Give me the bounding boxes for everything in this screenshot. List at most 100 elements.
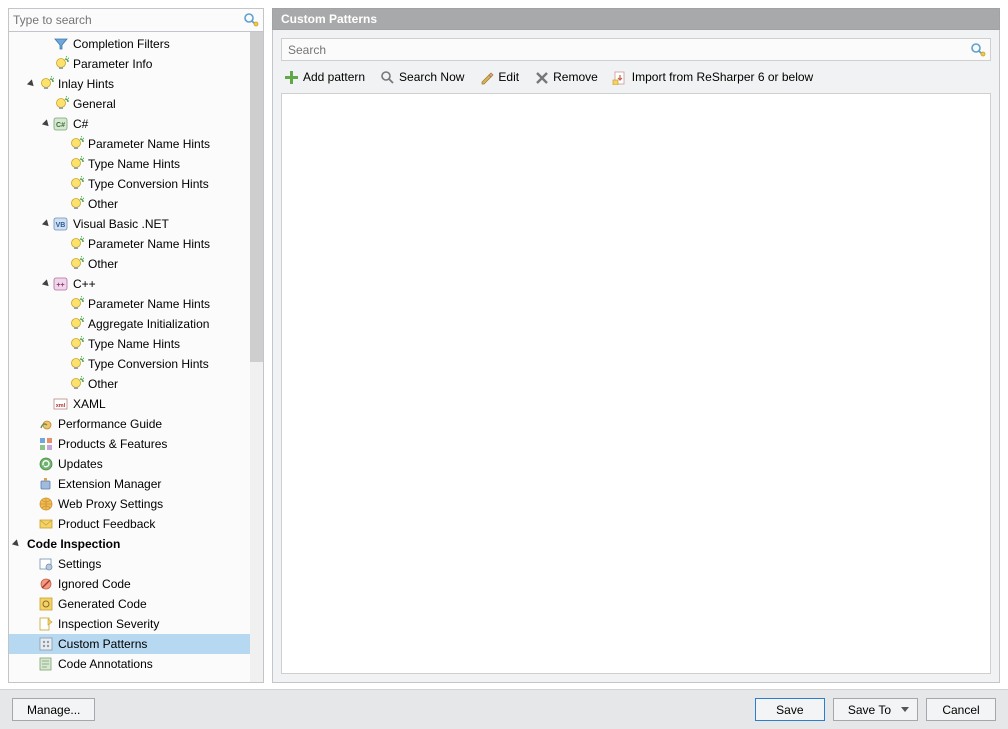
import-icon	[612, 69, 628, 85]
import-label: Import from ReSharper 6 or below	[632, 70, 813, 84]
expander-icon[interactable]	[26, 78, 38, 90]
content-title: Custom Patterns	[272, 8, 1000, 30]
tree-item[interactable]: General	[9, 94, 250, 114]
tree-item[interactable]: Parameter Name Hints	[9, 234, 250, 254]
tree-item-label: Inspection Severity	[54, 617, 159, 631]
tree-item[interactable]: Updates	[9, 454, 250, 474]
expander-placeholder	[26, 618, 38, 630]
tree-item[interactable]: Inspection Severity	[9, 614, 250, 634]
tree-item[interactable]: Settings	[9, 554, 250, 574]
gen-icon	[38, 596, 54, 612]
tree-item[interactable]: Custom Patterns	[9, 634, 250, 654]
snail-icon	[38, 416, 54, 432]
tree-item[interactable]: Other	[9, 194, 250, 214]
tree-item-label: Type Name Hints	[84, 157, 180, 171]
expander-placeholder	[26, 558, 38, 570]
tree-item-label: Updates	[54, 457, 103, 471]
tree-item[interactable]: Other	[9, 374, 250, 394]
sidebar-tree[interactable]: Completion Filters Parameter Info Inlay Hi…	[9, 32, 250, 682]
bulb-icon	[53, 56, 69, 72]
annot-icon	[38, 656, 54, 672]
tree-item-label: Products & Features	[54, 437, 167, 451]
expander-placeholder	[56, 298, 68, 310]
tree-item-label: Parameter Info	[69, 57, 152, 71]
edit-button[interactable]: Edit	[478, 69, 519, 85]
sidebar-search[interactable]	[9, 9, 263, 32]
plus-icon	[283, 69, 299, 85]
expander-placeholder	[26, 498, 38, 510]
content-search[interactable]	[281, 38, 991, 61]
sidebar-search-input[interactable]	[9, 9, 263, 31]
tree-item[interactable]: Web Proxy Settings	[9, 494, 250, 514]
tree-item[interactable]: Completion Filters	[9, 34, 250, 54]
x-icon	[533, 69, 549, 85]
tree-item[interactable]: Other	[9, 254, 250, 274]
bulb-icon	[68, 316, 84, 332]
vb-icon	[53, 216, 69, 232]
tree-item-label: Type Conversion Hints	[84, 357, 209, 371]
expander-icon[interactable]	[41, 118, 53, 130]
manage-button[interactable]: Manage...	[12, 698, 95, 721]
tree-item[interactable]: Code Annotations	[9, 654, 250, 674]
bulb-icon	[68, 376, 84, 392]
tree-item[interactable]: C++	[9, 274, 250, 294]
bulb-icon	[38, 76, 54, 92]
expander-placeholder	[26, 518, 38, 530]
tree-item[interactable]: Visual Basic .NET	[9, 214, 250, 234]
tree-item[interactable]: Generated Code	[9, 594, 250, 614]
add-pattern-button[interactable]: Add pattern	[283, 69, 365, 85]
tree-item[interactable]: Parameter Name Hints	[9, 134, 250, 154]
cancel-button[interactable]: Cancel	[926, 698, 996, 721]
bulb-icon	[68, 356, 84, 372]
tree-item-label: Inlay Hints	[54, 77, 114, 91]
expander-placeholder	[56, 338, 68, 350]
sidebar-scrollbar[interactable]	[250, 32, 263, 682]
remove-button[interactable]: Remove	[533, 69, 598, 85]
tree-item[interactable]: Inlay Hints	[9, 74, 250, 94]
tree-item[interactable]: C#	[9, 114, 250, 134]
mail-icon	[38, 516, 54, 532]
tree-item[interactable]: Type Conversion Hints	[9, 174, 250, 194]
edit-label: Edit	[498, 70, 519, 84]
filter-icon	[53, 36, 69, 52]
expander-icon[interactable]	[11, 538, 23, 550]
tree-item[interactable]: Aggregate Initialization	[9, 314, 250, 334]
tree-item[interactable]: Products & Features	[9, 434, 250, 454]
cpp-icon	[53, 276, 69, 292]
patterns-list[interactable]	[281, 93, 991, 674]
expander-icon[interactable]	[41, 278, 53, 290]
tree-item[interactable]: Code Inspection	[9, 534, 250, 554]
tree-item[interactable]: Type Name Hints	[9, 334, 250, 354]
tree-item[interactable]: Ignored Code	[9, 574, 250, 594]
bulb-icon	[68, 296, 84, 312]
expander-placeholder	[26, 638, 38, 650]
tree-item-label: Code Inspection	[23, 537, 120, 551]
import-button[interactable]: Import from ReSharper 6 or below	[612, 69, 813, 85]
tree-item-label: Extension Manager	[54, 477, 161, 491]
severity-icon	[38, 616, 54, 632]
tree-item[interactable]: Product Feedback	[9, 514, 250, 534]
expander-placeholder	[41, 58, 53, 70]
tree-item[interactable]: Type Name Hints	[9, 154, 250, 174]
save-button[interactable]: Save	[755, 698, 825, 721]
save-to-label: Save To	[848, 703, 891, 717]
expander-placeholder	[26, 598, 38, 610]
tree-item[interactable]: Parameter Info	[9, 54, 250, 74]
tree-item[interactable]: Extension Manager	[9, 474, 250, 494]
tree-item[interactable]: Type Conversion Hints	[9, 354, 250, 374]
cancel-label: Cancel	[942, 703, 979, 717]
expander-icon[interactable]	[41, 218, 53, 230]
expander-placeholder	[56, 258, 68, 270]
tree-item-label: C#	[69, 117, 88, 131]
search-now-button[interactable]: Search Now	[379, 69, 464, 85]
ignored-icon	[38, 576, 54, 592]
tree-item[interactable]: Performance Guide	[9, 414, 250, 434]
tree-item[interactable]: XAML	[9, 394, 250, 414]
expander-placeholder	[26, 418, 38, 430]
content-search-input[interactable]	[282, 39, 990, 60]
tree-item[interactable]: Parameter Name Hints	[9, 294, 250, 314]
expander-placeholder	[41, 38, 53, 50]
save-to-button[interactable]: Save To	[833, 698, 918, 721]
tree-item-label: Parameter Name Hints	[84, 137, 210, 151]
sidebar-scrollbar-thumb[interactable]	[250, 32, 263, 362]
